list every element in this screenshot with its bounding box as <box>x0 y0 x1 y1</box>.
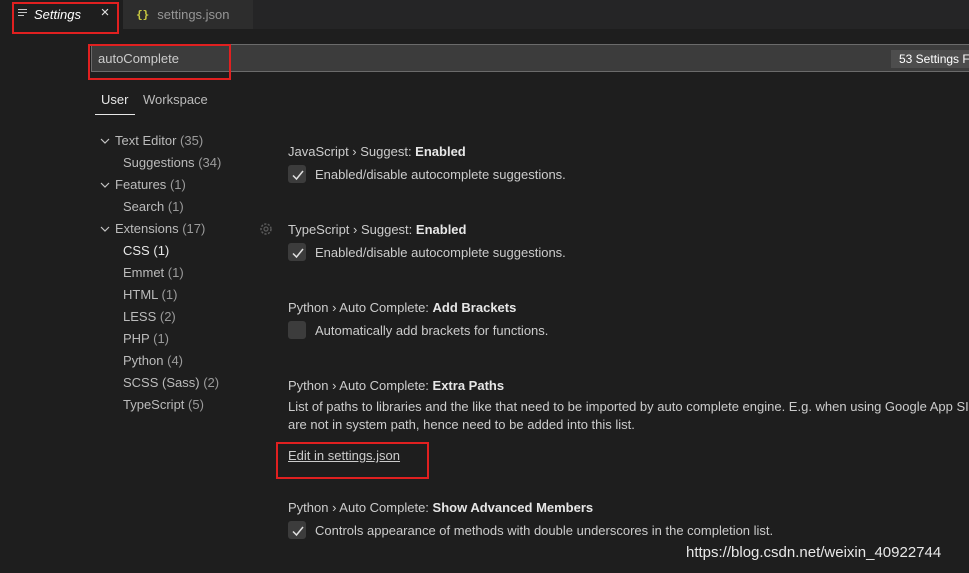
setting-javascript-suggest-enabled: JavaScript › Suggest: Enabled Enabled/di… <box>288 143 969 186</box>
gear-icon[interactable] <box>258 221 274 237</box>
setting-description: Controls appearance of methods with doub… <box>315 523 774 538</box>
toc-count: (1) <box>153 331 170 346</box>
toc-label: LESS <box>123 309 157 324</box>
toc-count: (35) <box>180 133 204 148</box>
setting-typescript-suggest-enabled: TypeScript › Suggest: Enabled Enabled/di… <box>288 221 969 264</box>
setting-description-line1: List of paths to libraries and the like … <box>288 399 969 414</box>
tab-workspace[interactable]: Workspace <box>143 92 208 107</box>
toc-item-less[interactable]: LESS (2) <box>123 307 176 327</box>
toc-label: SCSS (Sass) <box>123 375 200 390</box>
toc-item-html[interactable]: HTML (1) <box>123 285 177 305</box>
setting-category: JavaScript › Suggest: <box>288 144 416 159</box>
toc-label: Text Editor <box>115 133 177 148</box>
setting-name: Add Brackets <box>432 300 517 315</box>
setting-title: Python › Auto Complete: Extra Paths <box>288 377 969 395</box>
toc-label: Extensions <box>115 221 179 236</box>
toc-label: Python <box>123 353 164 368</box>
edit-in-settings-json-link[interactable]: Edit in settings.json <box>288 448 400 463</box>
watermark-text: https://blog.csdn.net/weixin_40922744 <box>686 544 942 561</box>
setting-category: Python › Auto Complete: <box>288 300 433 315</box>
setting-name: Enabled <box>415 222 467 237</box>
setting-python-show-advanced-members: Python › Auto Complete: Show Advanced Me… <box>288 499 969 542</box>
toc-count: (34) <box>198 155 222 170</box>
active-scope-underline <box>95 114 135 115</box>
close-icon[interactable]: × <box>97 4 113 22</box>
toc-item-typescript[interactable]: TypeScript (5) <box>123 395 204 415</box>
chevron-down-icon <box>100 138 110 144</box>
setting-category: Python › Auto Complete: <box>288 500 433 515</box>
setting-description: Enabled/disable autocomplete suggestions… <box>315 245 566 260</box>
toc-item-php[interactable]: PHP (1) <box>123 329 169 349</box>
setting-description: Enabled/disable autocomplete suggestions… <box>315 167 566 182</box>
setting-checkbox[interactable] <box>288 321 306 339</box>
toc-count: (2) <box>159 309 176 324</box>
toc-label: PHP <box>123 331 150 346</box>
setting-title: TypeScript › Suggest: Enabled <box>288 221 969 239</box>
setting-python-extra-paths: Python › Auto Complete: Extra Paths List… <box>288 377 969 463</box>
check-icon <box>292 170 304 181</box>
toc-item-python[interactable]: Python (4) <box>123 351 183 371</box>
setting-title: Python › Auto Complete: Add Brackets <box>288 299 969 317</box>
check-icon <box>292 526 304 537</box>
editor-tab-bar: Settings × {} settings.json <box>0 0 969 29</box>
toc-label: CSS <box>123 243 150 258</box>
check-icon <box>292 248 304 259</box>
toc-item-extensions[interactable]: Extensions (17) <box>99 219 205 239</box>
toc-item-search[interactable]: Search (1) <box>123 197 184 217</box>
settings-search-box: 53 Settings F <box>91 44 969 72</box>
tab-user[interactable]: User <box>101 92 128 107</box>
setting-title: Python › Auto Complete: Show Advanced Me… <box>288 499 969 517</box>
settings-search-input[interactable] <box>98 45 878 71</box>
chevron-down-icon <box>100 182 110 188</box>
tab-settings-json[interactable]: {} settings.json <box>123 0 253 29</box>
toc-label: Emmet <box>123 265 165 280</box>
toc-item-text-editor[interactable]: Text Editor (35) <box>99 131 203 151</box>
toc-count: (1) <box>161 287 178 302</box>
toc-count: (1) <box>153 243 170 258</box>
setting-category: TypeScript › Suggest: <box>288 222 416 237</box>
setting-checkbox[interactable] <box>288 243 306 261</box>
toc-item-css[interactable]: CSS (1) <box>123 241 169 261</box>
setting-category: Python › Auto Complete: <box>288 378 433 393</box>
toc-label: Features <box>115 177 167 192</box>
setting-description-line2: are not in system path, hence need to be… <box>288 417 635 432</box>
setting-description: Automatically add brackets for functions… <box>315 323 549 338</box>
json-braces-icon: {} <box>136 8 150 21</box>
toc-label: Suggestions <box>123 155 195 170</box>
menu-icon <box>18 9 27 18</box>
toc-label: Search <box>123 199 165 214</box>
toc-item-emmet[interactable]: Emmet (1) <box>123 263 184 283</box>
toc-count: (1) <box>167 199 184 214</box>
toc-label: HTML <box>123 287 158 302</box>
setting-title: JavaScript › Suggest: Enabled <box>288 143 969 161</box>
setting-checkbox[interactable] <box>288 521 306 539</box>
setting-name: Extra Paths <box>432 378 505 393</box>
toc-count: (17) <box>182 221 206 236</box>
toc-count: (4) <box>167 353 183 368</box>
search-results-badge: 53 Settings F <box>891 50 969 68</box>
tab-settings[interactable]: Settings × <box>0 0 123 29</box>
toc-label: TypeScript <box>123 397 185 412</box>
setting-name: Enabled <box>415 144 466 159</box>
toc-count: (1) <box>167 265 184 280</box>
toc-count: (2) <box>203 375 220 390</box>
toc-count: (1) <box>169 177 186 192</box>
chevron-down-icon <box>100 226 110 232</box>
toc-item-scss[interactable]: SCSS (Sass) (2) <box>123 373 219 393</box>
tab-settings-json-label: settings.json <box>157 7 230 22</box>
setting-checkbox[interactable] <box>288 165 306 183</box>
toc-count: (5) <box>188 397 204 412</box>
tab-settings-label: Settings <box>34 7 81 22</box>
toc-item-suggestions[interactable]: Suggestions (34) <box>123 153 221 173</box>
setting-python-add-brackets: Python › Auto Complete: Add Brackets Aut… <box>288 299 969 342</box>
toc-item-features[interactable]: Features (1) <box>99 175 186 195</box>
setting-name: Show Advanced Members <box>432 500 594 515</box>
